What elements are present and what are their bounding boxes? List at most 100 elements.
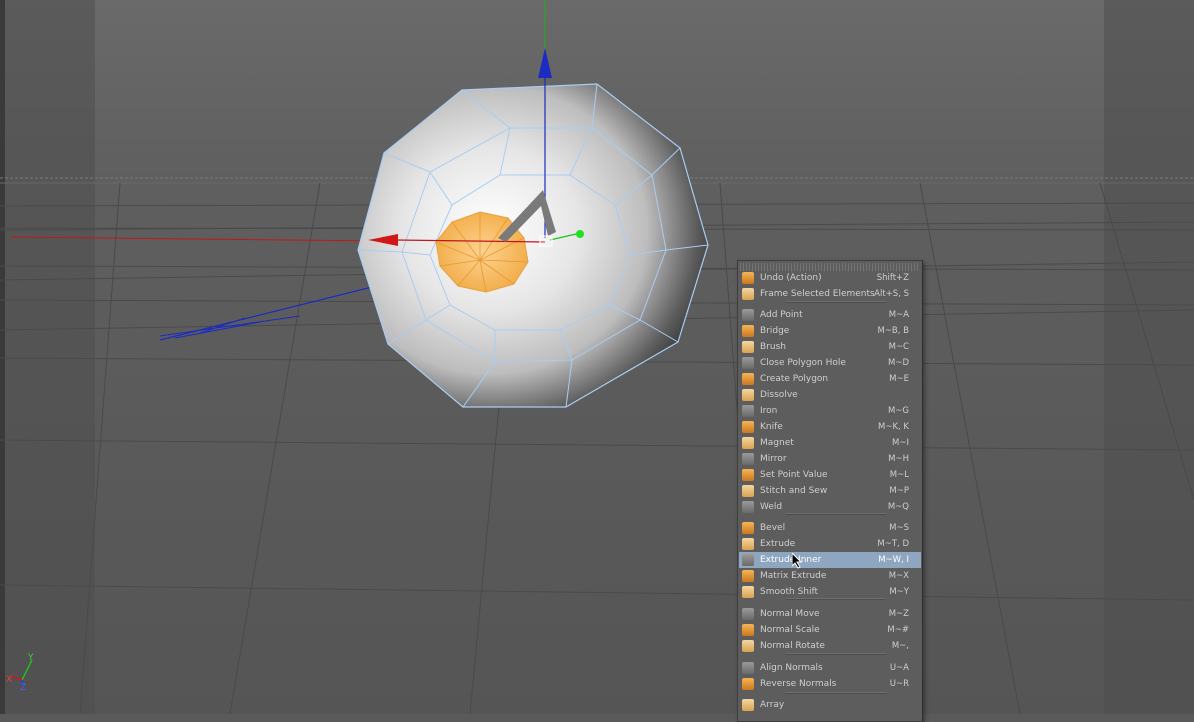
axis-x-label: X <box>6 675 12 685</box>
menu-item-shortcut: M~E <box>889 374 909 384</box>
menu-item-label: Dissolve <box>760 390 798 400</box>
menu-item-label: Iron <box>760 406 778 416</box>
gizmo-z-handle-icon <box>576 230 584 238</box>
axis-z-label: Z <box>20 683 26 693</box>
menu-item-label: Mirror <box>760 454 787 464</box>
frame-icon <box>742 288 754 300</box>
menu-item-shortcut: M~G <box>887 406 909 416</box>
stitch-icon <box>742 485 754 497</box>
menu-item-shortcut: Shift+Z <box>876 273 909 283</box>
menu-item-shortcut: U~A <box>889 663 909 673</box>
menu-separator <box>786 653 886 655</box>
menu-item-shortcut: M~, <box>891 641 909 651</box>
menu-item-shortcut: M~H <box>888 454 909 464</box>
menu-item-label: Brush <box>760 342 786 352</box>
iron-icon <box>742 405 754 417</box>
set-point-value-icon <box>742 469 754 481</box>
menu-item-label: Extrude Inner <box>760 555 822 565</box>
menu-item-close-polygon-hole[interactable]: Close Polygon Hole M~D <box>739 355 921 371</box>
create-polygon-icon <box>742 373 754 385</box>
menu-item-label: Bridge <box>760 326 790 336</box>
menu-item-label: Add Point <box>760 310 803 320</box>
menu-item-label: Set Point Value <box>760 470 828 480</box>
dissolve-icon <box>742 389 754 401</box>
normal-move-icon <box>742 608 754 620</box>
menu-item-knife[interactable]: Knife M~K, K <box>739 419 921 435</box>
menu-item-shortcut: M~I <box>892 438 909 448</box>
gizmo-center-icon <box>539 235 553 247</box>
bevel-icon <box>742 522 754 534</box>
menu-item-normal-rotate[interactable]: Normal Rotate M~, <box>739 638 921 654</box>
menu-item-shortcut: U~R <box>889 679 909 689</box>
magnet-icon <box>742 437 754 449</box>
menu-item-label: Knife <box>760 422 783 432</box>
axis-y-label: Y <box>27 653 34 663</box>
menu-item-align-normals[interactable]: Align Normals U~A <box>739 660 921 676</box>
menu-item-shortcut: M~C <box>888 342 909 352</box>
menu-item-label: Array <box>760 700 785 710</box>
normal-scale-icon <box>742 624 754 636</box>
menu-item-bevel[interactable]: Bevel M~S <box>739 520 921 536</box>
menu-item-shortcut: M~W, I <box>878 555 909 565</box>
menu-item-label: Stitch and Sew <box>760 486 828 496</box>
array-icon <box>742 699 754 711</box>
undo-icon <box>742 272 754 284</box>
menu-item-dissolve[interactable]: Dissolve <box>739 387 921 403</box>
normal-rotate-icon <box>742 640 754 652</box>
matrix-extrude-icon <box>742 570 754 582</box>
menu-item-iron[interactable]: Iron M~G <box>739 403 921 419</box>
menu-item-shortcut: M~# <box>887 625 909 635</box>
mirror-icon <box>742 453 754 465</box>
menu-item-matrix-extrude[interactable]: Matrix Extrude M~X <box>739 568 921 584</box>
menu-item-shortcut: M~D <box>887 358 909 368</box>
menu-item-shortcut: M~Q <box>887 502 909 512</box>
add-point-icon <box>742 309 754 321</box>
menu-item-shortcut: M~Y <box>889 587 909 597</box>
menu-item-label: Align Normals <box>760 663 823 673</box>
menu-item-shortcut: M~S <box>889 523 909 533</box>
menu-item-shortcut: Alt+S, S <box>874 289 909 299</box>
menu-separator <box>786 513 886 515</box>
3d-viewport[interactable]: Y X Z <box>0 0 1194 714</box>
brush-icon <box>742 341 754 353</box>
menu-item-extrude[interactable]: Extrude M~T, D <box>739 536 921 552</box>
extrude-icon <box>742 538 754 550</box>
align-normals-icon <box>742 662 754 674</box>
menu-item-shortcut: M~K, K <box>877 422 909 432</box>
menu-item-reverse-normals[interactable]: Reverse Normals U~R <box>739 676 921 692</box>
menu-item-create-polygon[interactable]: Create Polygon M~E <box>739 371 921 387</box>
menu-item-magnet[interactable]: Magnet M~I <box>739 435 921 451</box>
menu-item-label: Close Polygon Hole <box>760 358 846 368</box>
menu-item-label: Bevel <box>760 523 786 533</box>
menu-item-shortcut: M~Z <box>888 609 909 619</box>
menu-item-normal-move[interactable]: Normal Move M~Z <box>739 606 921 622</box>
menu-item-stitch-and-sew[interactable]: Stitch and Sew M~P <box>739 483 921 499</box>
menu-item-normal-scale[interactable]: Normal Scale M~# <box>739 622 921 638</box>
viewport-scene[interactable]: Y X Z <box>0 0 1194 714</box>
menu-item-label: Reverse Normals <box>760 679 837 689</box>
menu-item-label: Normal Move <box>760 609 820 619</box>
menu-item-frame-selected-elements[interactable]: Frame Selected Elements Alt+S, S <box>739 286 921 302</box>
menu-item-shortcut: M~T, D <box>877 539 909 549</box>
safe-frame-left <box>0 0 95 714</box>
safe-frame-right <box>1104 0 1194 714</box>
menu-item-undo-action[interactable]: Undo (Action) Shift+Z <box>739 270 921 286</box>
menu-item-add-point[interactable]: Add Point M~A <box>739 307 921 323</box>
menu-item-brush[interactable]: Brush M~C <box>739 339 921 355</box>
menu-item-mirror[interactable]: Mirror M~H <box>739 451 921 467</box>
menu-item-set-point-value[interactable]: Set Point Value M~L <box>739 467 921 483</box>
reverse-normals-icon <box>742 678 754 690</box>
menu-item-label: Matrix Extrude <box>760 571 827 581</box>
menu-item-label: Normal Rotate <box>760 641 825 651</box>
menu-item-label: Create Polygon <box>760 374 829 384</box>
menu-item-array[interactable]: Array <box>739 697 921 713</box>
menu-item-shortcut: M~B, B <box>877 326 909 336</box>
menu-item-extrude-inner[interactable]: Extrude Inner M~W, I <box>739 552 921 568</box>
menu-item-shortcut: M~A <box>888 310 909 320</box>
viewport-left-border <box>0 0 5 714</box>
menu-separator <box>786 692 886 694</box>
mouse-cursor-icon <box>792 553 803 569</box>
menu-item-label: Magnet <box>760 438 794 448</box>
menu-item-bridge[interactable]: Bridge M~B, B <box>739 323 921 339</box>
context-menu: Undo (Action) Shift+Z Frame Selected Eleme… <box>737 260 923 722</box>
